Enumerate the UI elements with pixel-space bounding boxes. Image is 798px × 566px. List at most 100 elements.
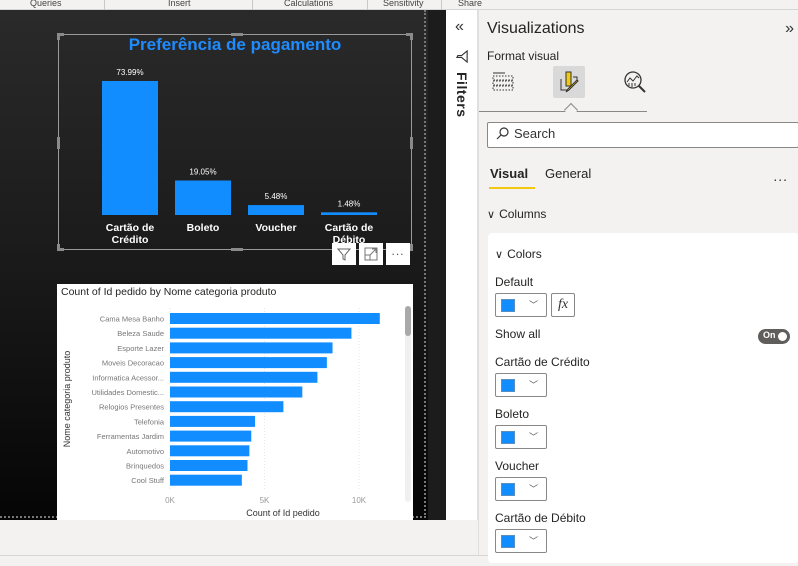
ribbon-group-calculations[interactable]: Calculations [284,0,333,8]
category-label: Ferramentas Jardim [97,432,164,441]
category-bar [170,371,318,383]
default-color-picker[interactable]: ﹀ [495,293,547,317]
search-input[interactable] [514,126,784,141]
resize-handle-bottom[interactable] [231,248,243,251]
report-canvas[interactable]: 73.99% Cartão de Crédito 19.05% Boleto 5.48% V… [0,10,446,522]
visual-filter-button[interactable] [332,243,356,265]
chart-scrollbar-thumb[interactable] [405,306,411,336]
filters-pane-collapsed[interactable]: « Filters [446,10,478,520]
chevron-down-icon: ﹀ [529,432,539,442]
data-label: 1.48% [338,199,361,208]
series-color-picker-credito[interactable]: ﹀ [495,373,547,397]
category-label: Beleza Saude [117,329,164,338]
category-bar [170,445,250,457]
resize-handle-top-right[interactable] [406,33,413,40]
category-bar [170,342,333,354]
filters-label[interactable]: Filters [454,72,470,118]
category-label: Telefonia [134,417,165,426]
category-bar-chart: 0K 5K 10K Cama Mesa Banho Beleza Saude Esport… [62,308,380,518]
colors-card: ∨ Colors Default ﹀ fx Show all On Cartão … [488,233,798,563]
series-color-label: Voucher [495,459,540,473]
y-axis-title: Nome categoria produto [62,351,72,448]
category-bar [170,313,380,324]
data-label: 19.05% [189,167,216,176]
double-chevron-right-icon[interactable]: » [785,20,794,38]
chevron-down-icon: ﹀ [529,300,539,310]
series-color-picker-debito[interactable]: ﹀ [495,529,547,553]
color-swatch [501,483,515,496]
category-bar [170,430,252,442]
payment-preference-visual[interactable]: 73.99% Cartão de Crédito 19.05% Boleto 5.48% V… [57,33,413,251]
show-all-toggle[interactable]: On [758,329,790,344]
more-options-button[interactable]: ... [386,243,410,265]
category-count-visual[interactable]: 0K 5K 10K Cama Mesa Banho Beleza Saude Esport… [57,284,413,522]
section-colors-label: Colors [507,247,542,261]
page-tabs-area [0,520,478,556]
funnel-icon [456,50,468,63]
category-label: Esporte Lazer [117,344,164,353]
ribbon-group-insert[interactable]: Insert [168,0,191,8]
active-subtab-underline [489,187,535,189]
x-tick-label: 0K [165,496,175,505]
resize-handle-top[interactable] [231,33,243,36]
column-bar [248,205,304,215]
format-search-box[interactable] [487,122,798,148]
analytics-tab[interactable] [619,66,651,98]
chevron-down-icon: ﹀ [529,484,539,494]
category-label: Cartão de [106,222,155,234]
ribbon-group-sensitivity[interactable]: Sensitivity [383,0,424,8]
category-label: Cama Mesa Banho [100,315,164,324]
format-tabs-divider [479,111,647,112]
color-swatch [501,535,515,548]
category-label: Relogios Presentes [99,403,164,412]
color-swatch [501,431,515,444]
category-label: Brinquedos [126,462,164,471]
series-color-picker-boleto[interactable]: ﹀ [495,425,547,449]
visualizations-title: Visualizations [487,20,585,37]
format-visual-tab[interactable] [553,66,585,98]
chevron-down-icon: ﹀ [529,380,539,390]
section-colors[interactable]: ∨ Colors [495,247,542,261]
category-bar [170,415,256,427]
ribbon-divider [252,0,253,10]
tab-visual[interactable]: Visual [490,166,528,181]
more-options-icon[interactable]: ... [773,168,788,184]
ribbon-divider [104,0,105,10]
section-columns[interactable]: ∨ Columns [487,207,546,221]
category-bar [170,357,327,369]
tab-general[interactable]: General [545,166,591,181]
chart-scrollbar[interactable] [405,306,411,502]
resize-handle-top-left[interactable] [57,33,64,40]
resize-handle-left[interactable] [57,137,60,149]
series-color-label: Boleto [495,407,530,421]
resize-handle-bottom-left[interactable] [57,244,64,251]
active-tab-indicator [563,102,579,118]
series-color-picker-voucher[interactable]: ﹀ [495,477,547,501]
toggle-knob [778,332,787,341]
resize-handle-right[interactable] [410,137,413,149]
series-color-label: Cartão de Crédito [495,355,590,369]
canvas-gutter [428,10,446,520]
color-swatch [501,379,515,392]
default-color-label: Default [495,275,534,289]
column-bar [102,81,158,215]
category-label: Boleto [187,222,220,234]
double-chevron-left-icon[interactable]: « [455,18,464,36]
ribbon-group-share[interactable]: Share [458,0,482,8]
payment-column-chart: 73.99%Cartão deCrédito19.05%Boleto5.48%V… [102,68,377,246]
category-label: Informatica Acessor... [92,373,164,382]
column-bar [321,212,377,215]
conditional-format-button[interactable]: fx [551,293,575,317]
category-label: Cartão de [325,222,374,234]
category-bar [170,386,303,398]
show-all-label: Show all [495,327,541,341]
build-visual-tab[interactable] [487,66,519,98]
analytics-icon [624,71,646,93]
format-paintbrush-icon [560,71,579,93]
series-color-label: Cartão de Débito [495,511,586,525]
focus-mode-button[interactable] [359,243,383,265]
color-swatch [501,299,515,312]
category-label: Automotivo [126,447,164,456]
build-visual-icon [492,72,514,91]
ribbon-group-queries[interactable]: Queries [30,0,62,8]
